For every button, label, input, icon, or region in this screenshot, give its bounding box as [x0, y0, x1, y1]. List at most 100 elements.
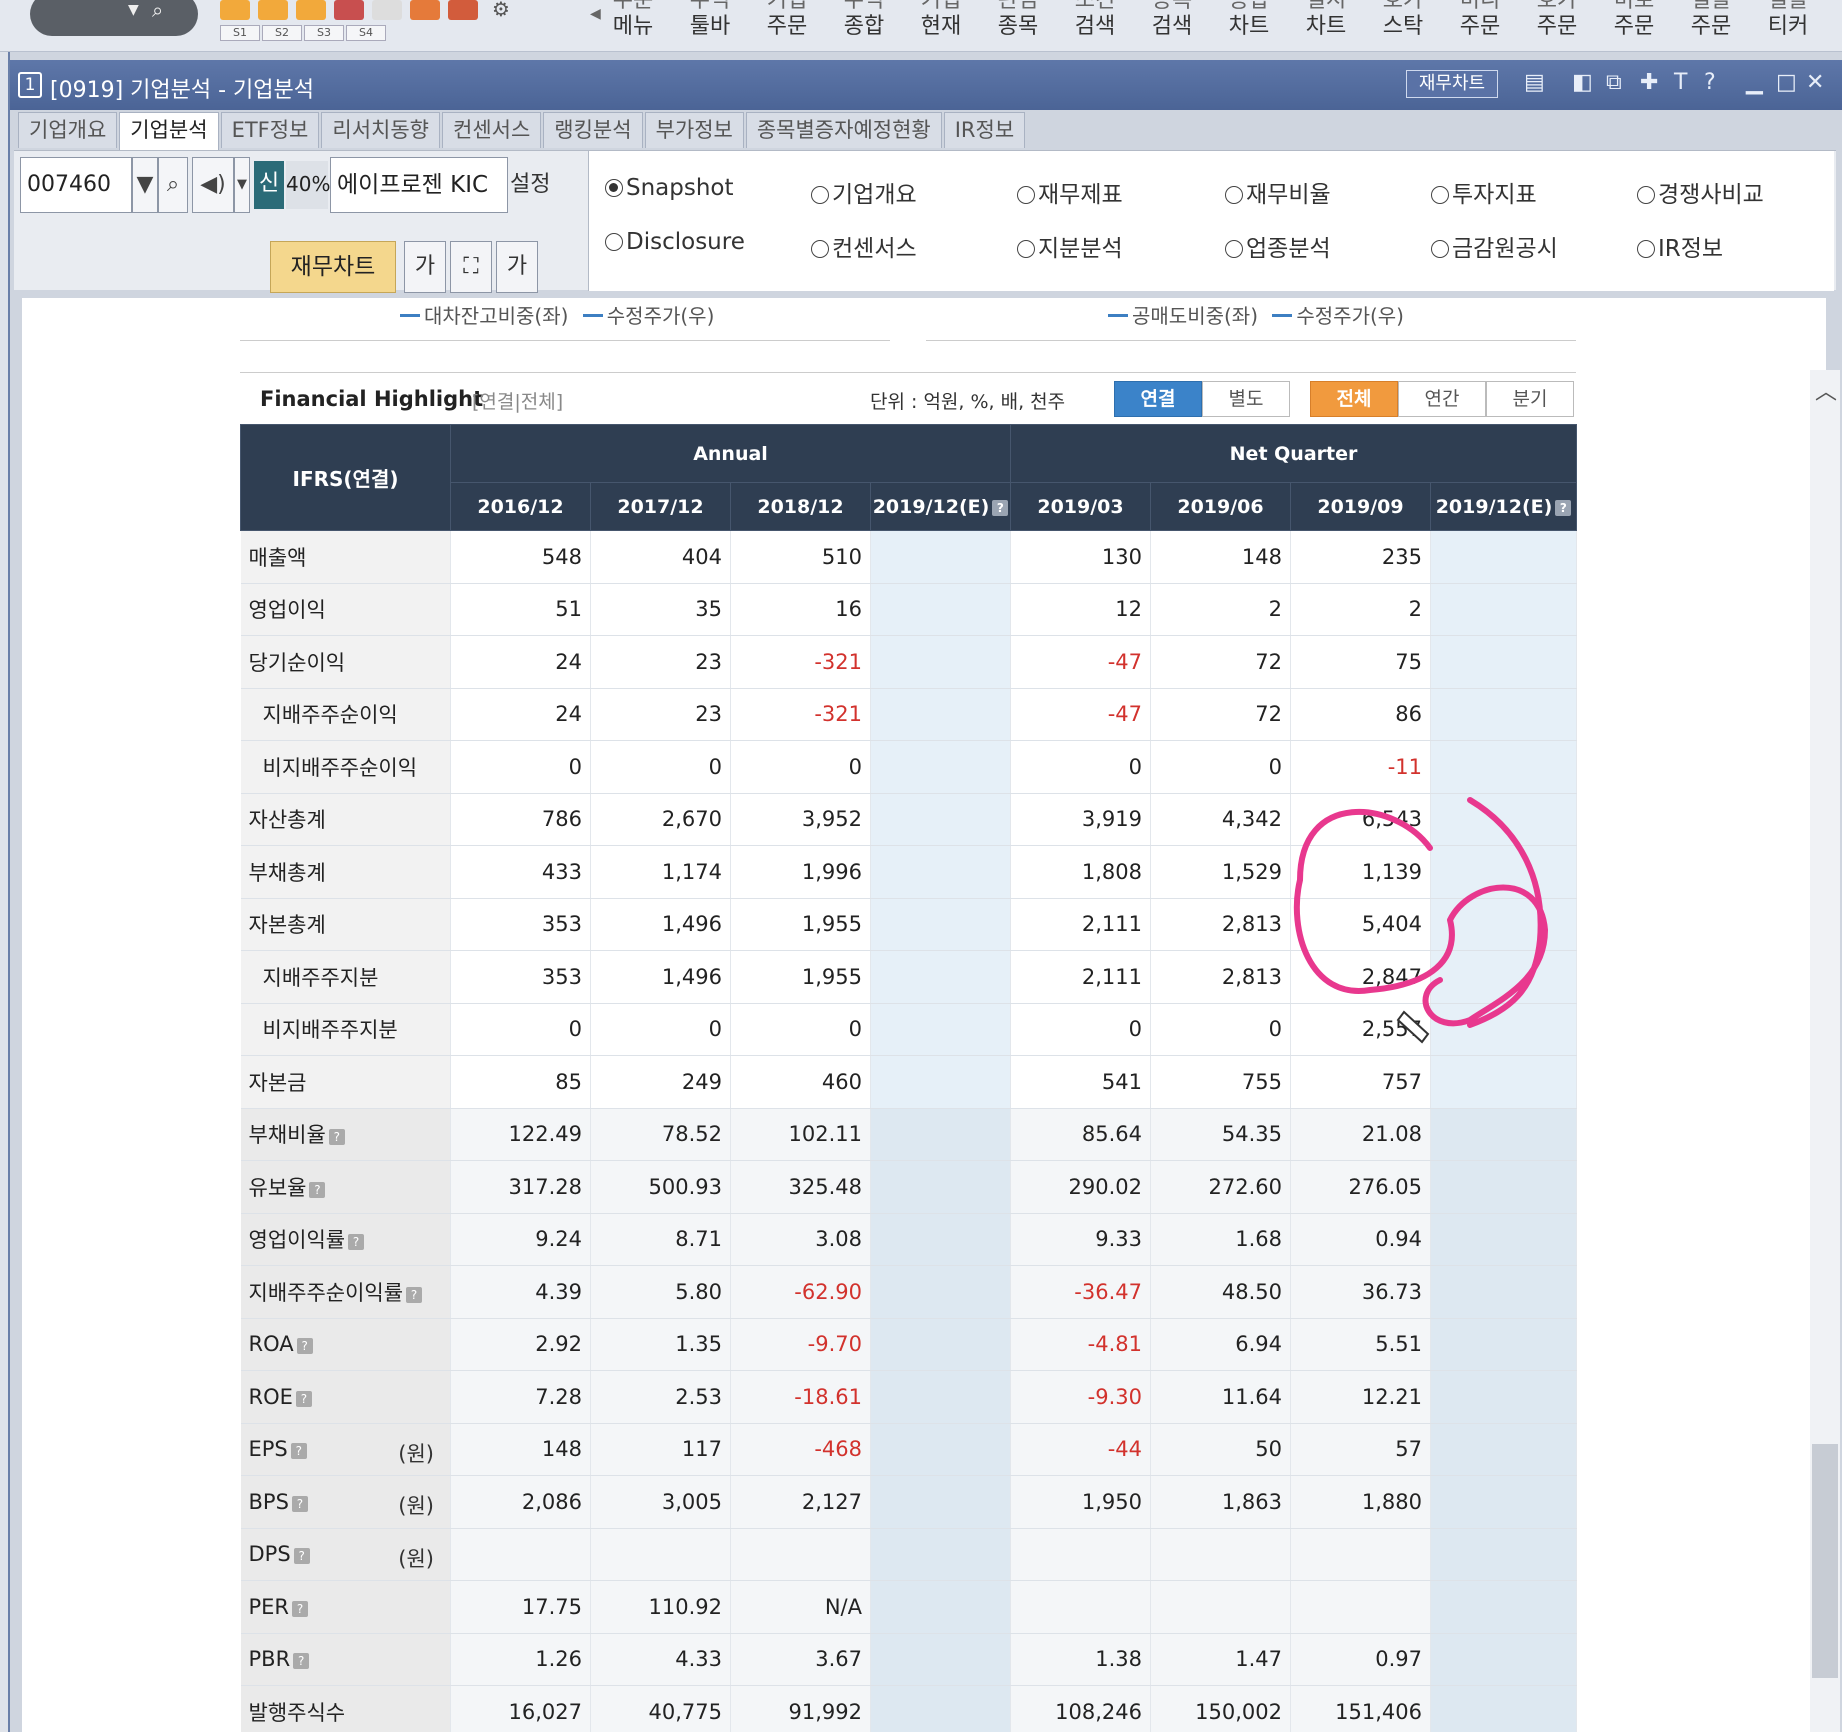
- toolbar-menu-5[interactable]: 관심 종목: [983, 0, 1053, 46]
- font-increase-icon[interactable]: 가: [496, 241, 538, 293]
- slot-s3[interactable]: S3: [304, 25, 344, 41]
- help-icon[interactable]: ?: [293, 1653, 310, 1670]
- radio-dot-icon[interactable]: [1431, 240, 1449, 258]
- consolidated-button[interactable]: 연결: [1114, 381, 1202, 417]
- help-icon[interactable]: ?: [309, 1181, 326, 1198]
- speaker-icon[interactable]: ◀): [192, 157, 234, 213]
- help-icon[interactable]: ?: [295, 1390, 312, 1407]
- help-icon[interactable]: ?: [291, 1495, 308, 1512]
- radio-dot-icon[interactable]: [1637, 240, 1655, 258]
- fin-chart-title-button[interactable]: 재무차트: [1406, 70, 1498, 98]
- code-dropdown-icon[interactable]: ▼: [132, 157, 158, 213]
- save-icon[interactable]: [220, 0, 250, 20]
- toolbar-menu-2[interactable]: 기업 주문: [752, 0, 822, 46]
- tab-8[interactable]: IR정보: [943, 112, 1026, 148]
- all-period-button[interactable]: 전체: [1310, 381, 1398, 417]
- layout-split-icon[interactable]: ◧: [1572, 70, 1593, 95]
- text-icon[interactable]: T: [1674, 70, 1687, 95]
- toolbar-menu-11[interactable]: 미니 주문: [1445, 0, 1515, 46]
- tab-7[interactable]: 종목별증자예정현황: [745, 112, 942, 148]
- radio-dot-icon[interactable]: [1431, 186, 1449, 204]
- font-decrease-icon[interactable]: 가: [404, 241, 446, 293]
- toolbar-menu-13[interactable]: 미로 주문: [1599, 0, 1669, 46]
- radio-option[interactable]: Disclosure: [605, 229, 745, 255]
- scroll-up-icon[interactable]: ︿: [1815, 374, 1837, 406]
- radio-dot-icon[interactable]: [605, 233, 623, 251]
- help-icon[interactable]: ?: [296, 1338, 313, 1355]
- minimize-icon[interactable]: ▁: [1746, 70, 1763, 95]
- radio-option[interactable]: 지분분석: [1017, 229, 1123, 263]
- help-icon[interactable]: ?: [1704, 70, 1716, 95]
- toolbar-menu-0[interactable]: 주문 메뉴: [598, 0, 668, 46]
- help-icon[interactable]: ?: [348, 1234, 365, 1251]
- slot-s2[interactable]: S2: [262, 25, 302, 41]
- toolbar-menu-6[interactable]: 조건 검색: [1060, 0, 1130, 46]
- tab-0[interactable]: 기업개요: [18, 112, 118, 148]
- toolbar-menu-15[interactable]: 일괄 티커: [1753, 0, 1823, 46]
- toolbar-menu-8[interactable]: 종합 차트: [1214, 0, 1284, 46]
- help-icon[interactable]: ?: [1555, 499, 1572, 516]
- radio-dot-icon[interactable]: [605, 179, 623, 197]
- toolbar-menu-4[interactable]: 기업 현재: [906, 0, 976, 46]
- tab-2[interactable]: ETF정보: [220, 112, 320, 148]
- help-icon[interactable]: ?: [328, 1129, 345, 1146]
- tab-5[interactable]: 랭킹분석: [543, 112, 643, 148]
- radio-option[interactable]: 경쟁사비교: [1637, 175, 1764, 209]
- layout-icon[interactable]: [448, 0, 478, 20]
- radio-dot-icon[interactable]: [811, 186, 829, 204]
- radio-option[interactable]: IR정보: [1637, 229, 1723, 263]
- speaker-dropdown-icon[interactable]: ▼: [234, 157, 250, 213]
- help-icon[interactable]: ?: [992, 499, 1009, 516]
- slot-s1[interactable]: S1: [220, 25, 260, 41]
- copy-window-icon[interactable]: ⧉: [1606, 70, 1622, 95]
- search-icon[interactable]: ⌕: [152, 0, 163, 22]
- toolbar-menu-7[interactable]: 종목 검색: [1137, 0, 1207, 46]
- stock-code-input[interactable]: 007460: [20, 157, 132, 213]
- radio-option[interactable]: 재무제표: [1017, 175, 1123, 209]
- radio-dot-icon[interactable]: [811, 240, 829, 258]
- toolbar-menu-3[interactable]: 주식 종합: [829, 0, 899, 46]
- help-icon[interactable]: ?: [290, 1443, 307, 1460]
- maximize-icon[interactable]: □: [1776, 70, 1797, 95]
- radio-option[interactable]: Snapshot: [605, 175, 734, 201]
- toolbar-menu-1[interactable]: 주식 툴바: [675, 0, 745, 46]
- help-icon[interactable]: ?: [292, 1600, 309, 1617]
- separate-button[interactable]: 별도: [1202, 381, 1290, 417]
- scroll-thumb[interactable]: [1812, 1444, 1838, 1678]
- close-icon[interactable]: ✕: [1806, 70, 1824, 95]
- radio-option[interactable]: 업종분석: [1225, 229, 1331, 263]
- tab-4[interactable]: 컨센서스: [442, 112, 542, 148]
- dropdown-arrow-icon[interactable]: ▼: [128, 2, 139, 18]
- chart-icon[interactable]: ▤: [1524, 70, 1545, 95]
- radio-option[interactable]: 컨센서스: [811, 229, 917, 263]
- search-icon[interactable]: ⌕: [158, 157, 188, 213]
- lock-icon[interactable]: [296, 0, 326, 20]
- radio-dot-icon[interactable]: [1017, 186, 1035, 204]
- tool-icon[interactable]: [372, 0, 402, 20]
- radio-dot-icon[interactable]: [1225, 240, 1243, 258]
- top-search-box[interactable]: ▼ ⌕: [30, 0, 198, 36]
- radio-dot-icon[interactable]: [1225, 186, 1243, 204]
- radio-dot-icon[interactable]: [1017, 240, 1035, 258]
- settings-link[interactable]: 설정: [510, 157, 550, 213]
- slot-s4[interactable]: S4: [346, 25, 386, 41]
- monitor-icon[interactable]: [410, 0, 440, 20]
- toolbar-menu-12[interactable]: 호가 주문: [1522, 0, 1592, 46]
- tab-3[interactable]: 리서치동향: [321, 112, 440, 148]
- camera-icon[interactable]: [334, 0, 364, 20]
- radio-option[interactable]: 금감원공시: [1431, 229, 1558, 263]
- tab-6[interactable]: 부가정보: [644, 112, 744, 148]
- key-icon[interactable]: [258, 0, 288, 20]
- fin-chart-button[interactable]: 재무차트: [270, 241, 396, 293]
- radio-option[interactable]: 재무비율: [1225, 175, 1331, 209]
- radio-option[interactable]: 기업개요: [811, 175, 917, 209]
- pin-icon[interactable]: ✚: [1640, 70, 1658, 95]
- gear-icon[interactable]: ⚙: [486, 0, 516, 20]
- quarter-button[interactable]: 분기: [1486, 381, 1574, 417]
- toolbar-menu-9[interactable]: 실시 차트: [1291, 0, 1361, 46]
- radio-option[interactable]: 투자지표: [1431, 175, 1537, 209]
- help-icon[interactable]: ?: [406, 1286, 423, 1303]
- help-icon[interactable]: ?: [293, 1548, 310, 1565]
- toolbar-menu-14[interactable]: 일괄 주문: [1676, 0, 1746, 46]
- tab-1[interactable]: 기업분석: [119, 112, 219, 150]
